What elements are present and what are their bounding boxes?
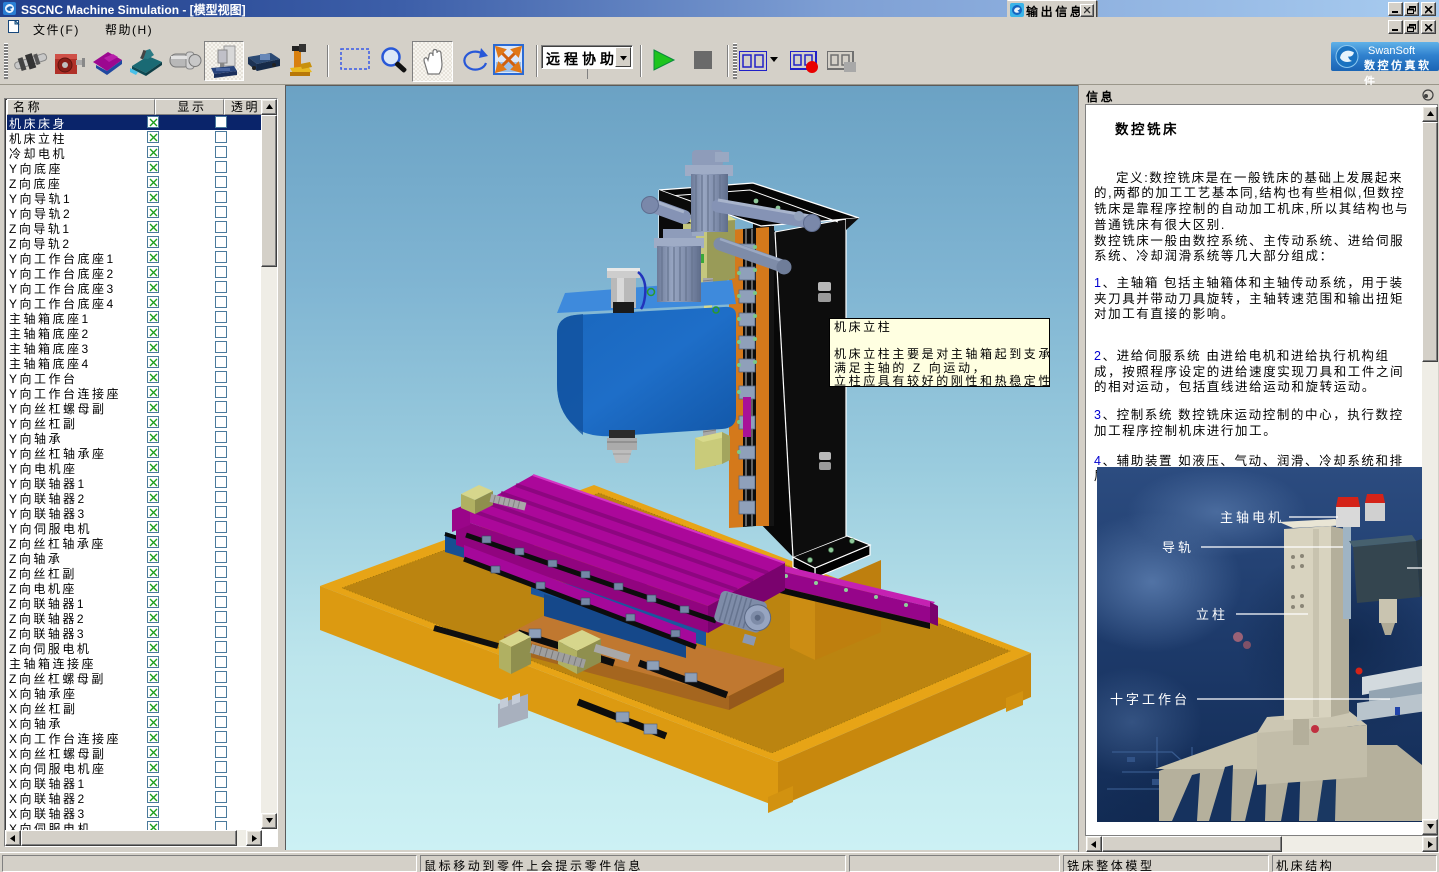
svg-text:立柱: 立柱 (1196, 607, 1228, 622)
svg-text:导轨: 导轨 (1162, 540, 1194, 555)
svg-text:十字工作台: 十字工作台 (1110, 692, 1190, 707)
svg-text:主轴电机: 主轴电机 (1220, 510, 1284, 525)
